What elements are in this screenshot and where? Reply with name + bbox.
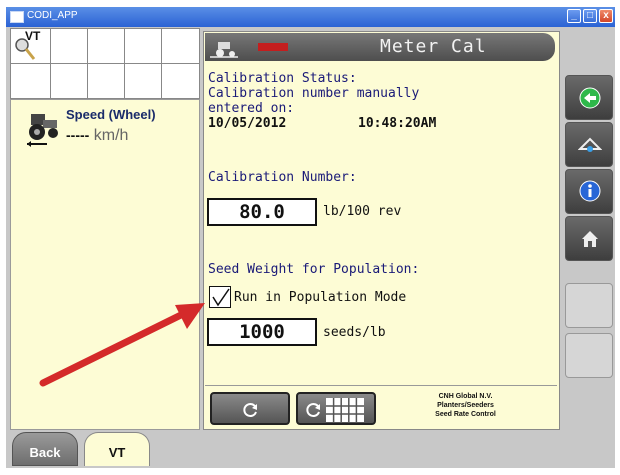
calibration-time: 10:48:20AM bbox=[358, 116, 437, 131]
planter-icon bbox=[210, 42, 238, 58]
footer-line: CNH Global N.V. bbox=[438, 393, 493, 400]
grid-icon bbox=[326, 398, 364, 422]
calibration-status-heading: Calibration Status: bbox=[208, 71, 357, 86]
population-mode-checkbox[interactable] bbox=[209, 286, 231, 308]
annotation-arrow-icon bbox=[39, 303, 205, 387]
window-icon bbox=[10, 11, 24, 23]
calibration-status-text: entered on: bbox=[208, 101, 295, 116]
speed-unit: km/h bbox=[93, 127, 129, 144]
calibration-number-field[interactable]: 80.0 bbox=[207, 198, 317, 226]
vt-grid: VT bbox=[10, 28, 200, 99]
footer-line: Seed Rate Control bbox=[435, 411, 496, 418]
grid-cell[interactable] bbox=[50, 28, 88, 64]
info-softkey[interactable] bbox=[565, 169, 613, 214]
grid-cell[interactable] bbox=[10, 63, 51, 99]
calibration-number-heading: Calibration Number: bbox=[208, 170, 357, 185]
calibration-number-unit: lb/100 rev bbox=[323, 204, 402, 219]
seed-weight-field[interactable]: 1000 bbox=[207, 318, 317, 346]
population-mode-label: Run in Population Mode bbox=[234, 290, 407, 305]
planter-icon bbox=[578, 137, 602, 152]
checkmark-icon bbox=[212, 288, 230, 307]
tab-back[interactable]: Back bbox=[12, 432, 78, 466]
seed-weight-heading: Seed Weight for Population: bbox=[208, 262, 420, 277]
speed-label: Speed (Wheel) bbox=[66, 107, 156, 122]
tab-vt[interactable]: VT bbox=[84, 432, 150, 466]
planter-softkey[interactable] bbox=[565, 122, 613, 167]
grid-cell[interactable] bbox=[87, 63, 125, 99]
info-icon bbox=[579, 180, 601, 202]
refresh-icon bbox=[306, 403, 320, 417]
footer-credit: CNH Global N.V. Planters/Seeders Seed Ra… bbox=[408, 392, 523, 419]
title-bar[interactable] bbox=[6, 7, 615, 27]
back-arrow-icon bbox=[579, 87, 601, 109]
grid-cell[interactable] bbox=[124, 63, 162, 99]
grid-cell[interactable] bbox=[124, 28, 162, 64]
recalibrate-button[interactable] bbox=[210, 392, 290, 425]
meter-icon bbox=[258, 43, 288, 51]
minimize-button[interactable]: _ bbox=[567, 9, 581, 23]
close-button[interactable]: x bbox=[599, 9, 613, 23]
refresh-icon bbox=[243, 403, 257, 417]
footer-line: Planters/Seeders bbox=[437, 402, 494, 409]
grid-cell[interactable] bbox=[161, 28, 200, 64]
page-title: Meter Cal bbox=[380, 36, 487, 57]
calibration-status-text: Calibration number manually bbox=[208, 86, 420, 101]
grid-cell-vt[interactable]: VT bbox=[10, 28, 51, 64]
grid-cell[interactable] bbox=[161, 63, 200, 99]
empty-softkey[interactable] bbox=[565, 333, 613, 378]
calibration-date: 10/05/2012 bbox=[208, 116, 287, 131]
maximize-button[interactable]: □ bbox=[583, 9, 597, 23]
magnifier-icon bbox=[15, 38, 36, 60]
grid-cell[interactable] bbox=[87, 28, 125, 64]
window-title: CODI_APP bbox=[27, 10, 78, 21]
seed-weight-unit: seeds/lb bbox=[323, 325, 386, 340]
grid-cell[interactable] bbox=[50, 63, 88, 99]
speed-value: ----- bbox=[66, 127, 90, 143]
home-icon bbox=[582, 231, 598, 247]
tractor-icon bbox=[27, 114, 58, 147]
back-softkey[interactable] bbox=[565, 75, 613, 120]
empty-softkey[interactable] bbox=[565, 283, 613, 328]
speed-readout: ----- km/h bbox=[66, 127, 128, 145]
recalibrate-grid-button[interactable] bbox=[296, 392, 376, 425]
home-softkey[interactable] bbox=[565, 216, 613, 261]
